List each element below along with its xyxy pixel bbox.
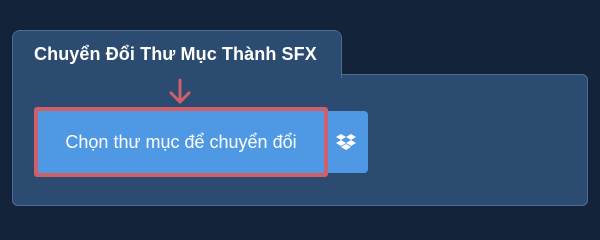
dropbox-button[interactable]	[324, 111, 368, 173]
app-stage: Chuyển Đổi Thư Mục Thành SFX Chọn thư mụ…	[0, 0, 600, 230]
tab-title: Chuyển Đổi Thư Mục Thành SFX	[34, 44, 317, 64]
arrow-down-icon	[169, 78, 191, 104]
dropbox-icon	[336, 134, 356, 150]
choose-folder-button[interactable]: Chọn thư mục để chuyển đổi	[38, 111, 324, 173]
